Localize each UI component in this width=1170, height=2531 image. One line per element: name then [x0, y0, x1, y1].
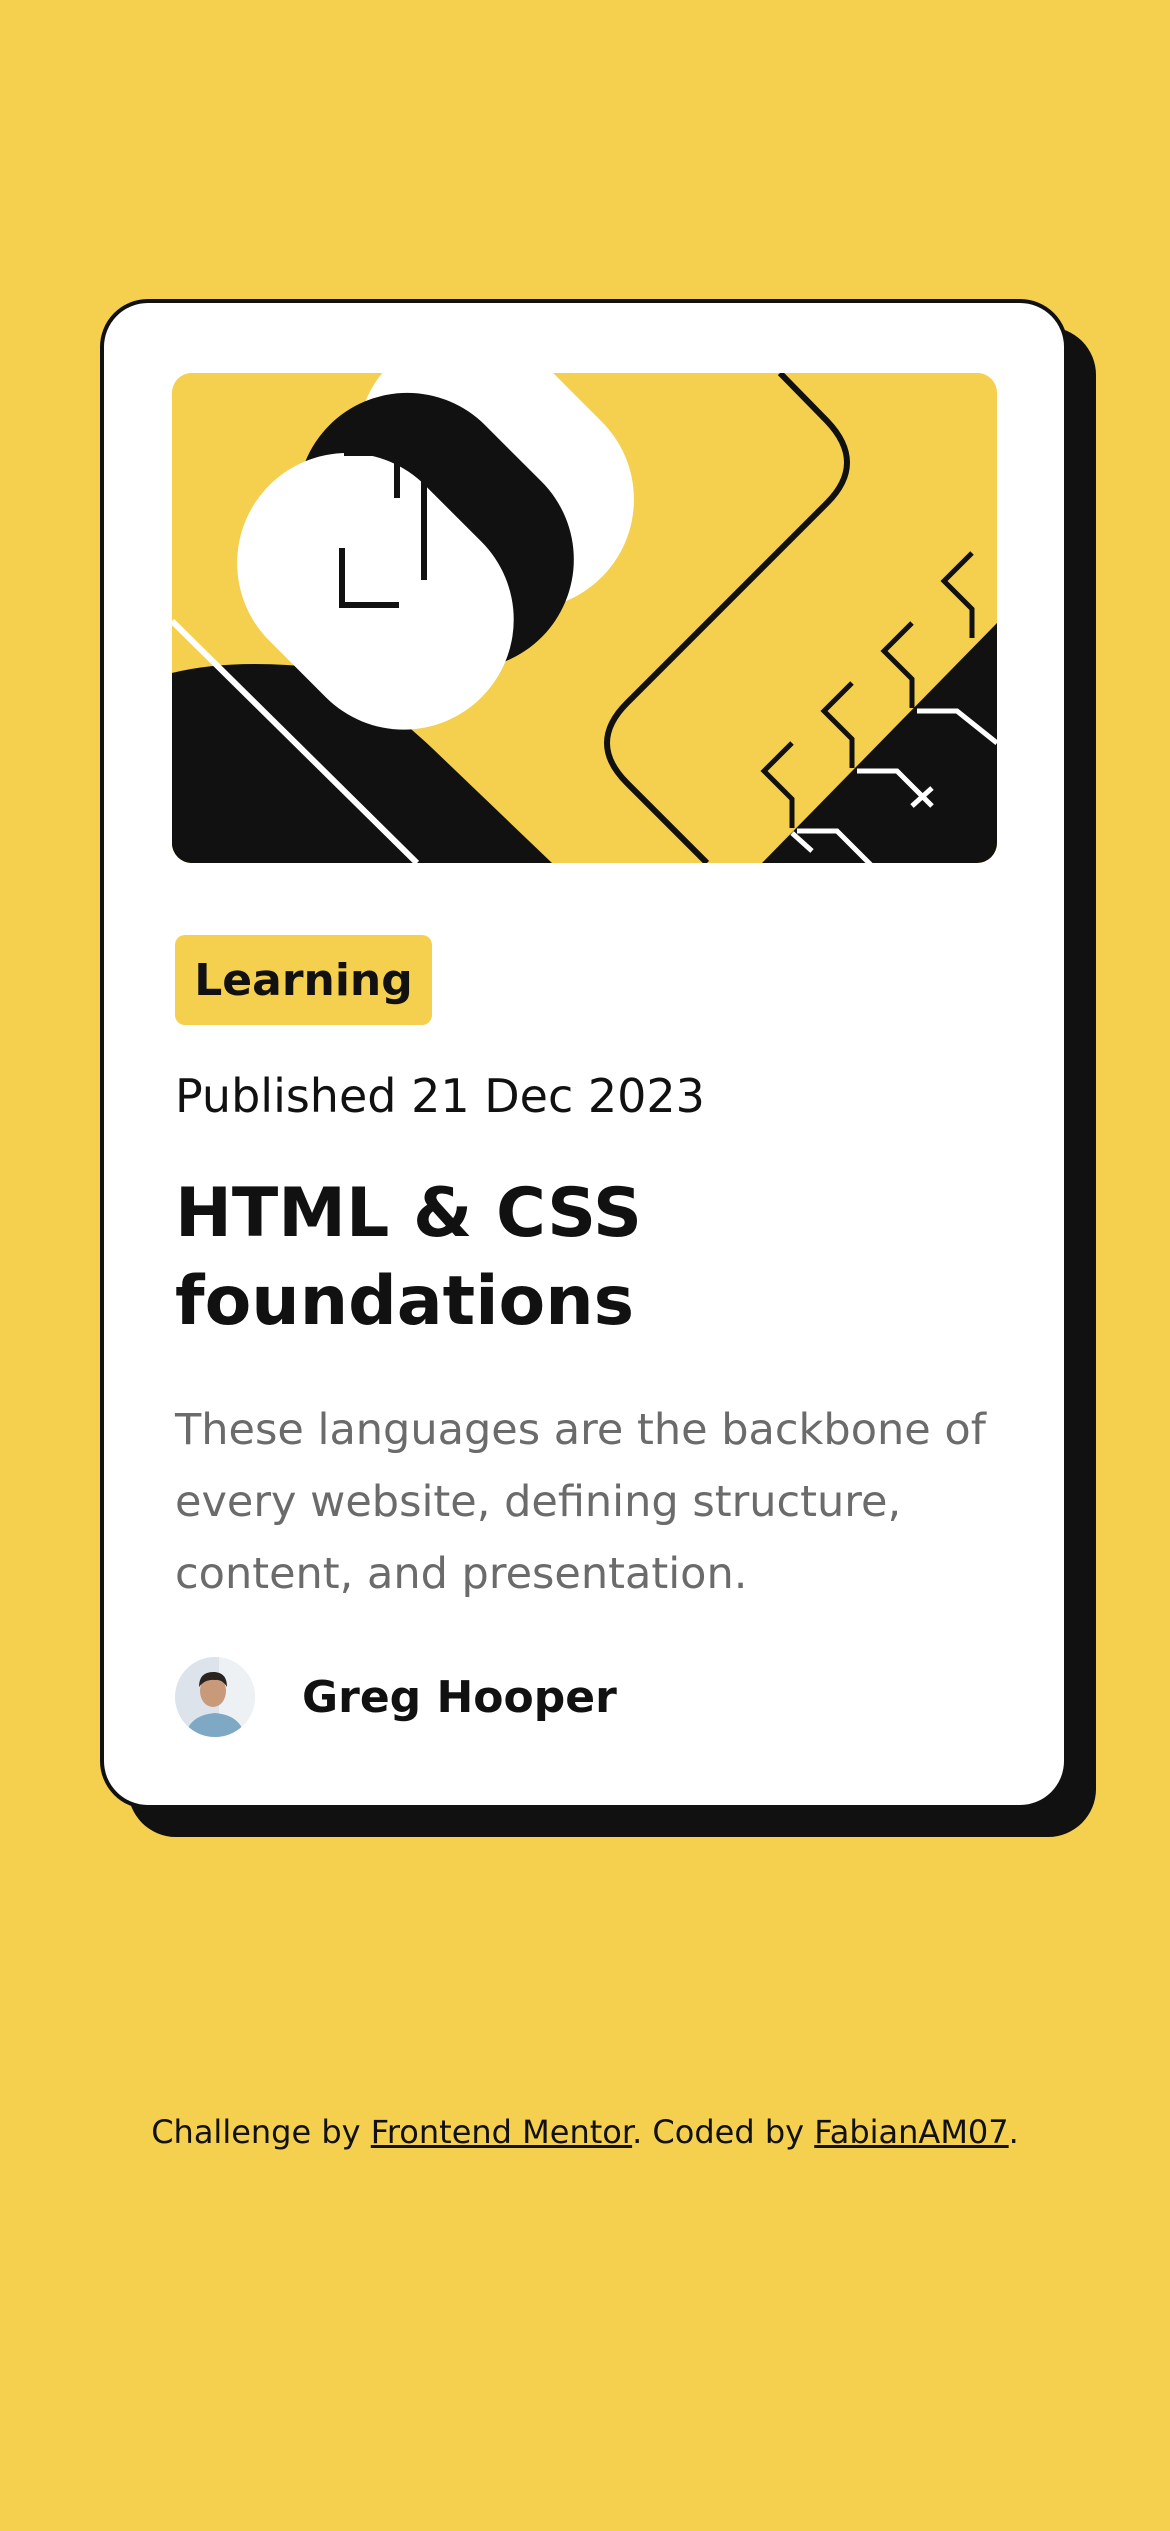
author-avatar [175, 1657, 255, 1737]
card-description: These languages are the backbone of ever… [175, 1405, 986, 1599]
attribution: Challenge by Frontend Mentor. Coded by F… [0, 2108, 1170, 2156]
author: Greg Hooper [175, 1657, 617, 1737]
author-name: Greg Hooper [302, 1671, 617, 1723]
attribution-prefix: Challenge by [151, 2113, 371, 2151]
attribution-suffix: . [1008, 2113, 1019, 2151]
card-title[interactable]: HTML & CSS foundations [175, 1170, 955, 1346]
category-tag: Learning [175, 935, 432, 1025]
published-date: Published 21 Dec 2023 [175, 1069, 705, 1123]
frontend-mentor-link[interactable]: Frontend Mentor [371, 2113, 632, 2151]
hero-illustration [172, 373, 997, 863]
author-profile-link[interactable]: FabianAM07 [814, 2113, 1008, 2151]
attribution-middle: . Coded by [632, 2113, 815, 2151]
